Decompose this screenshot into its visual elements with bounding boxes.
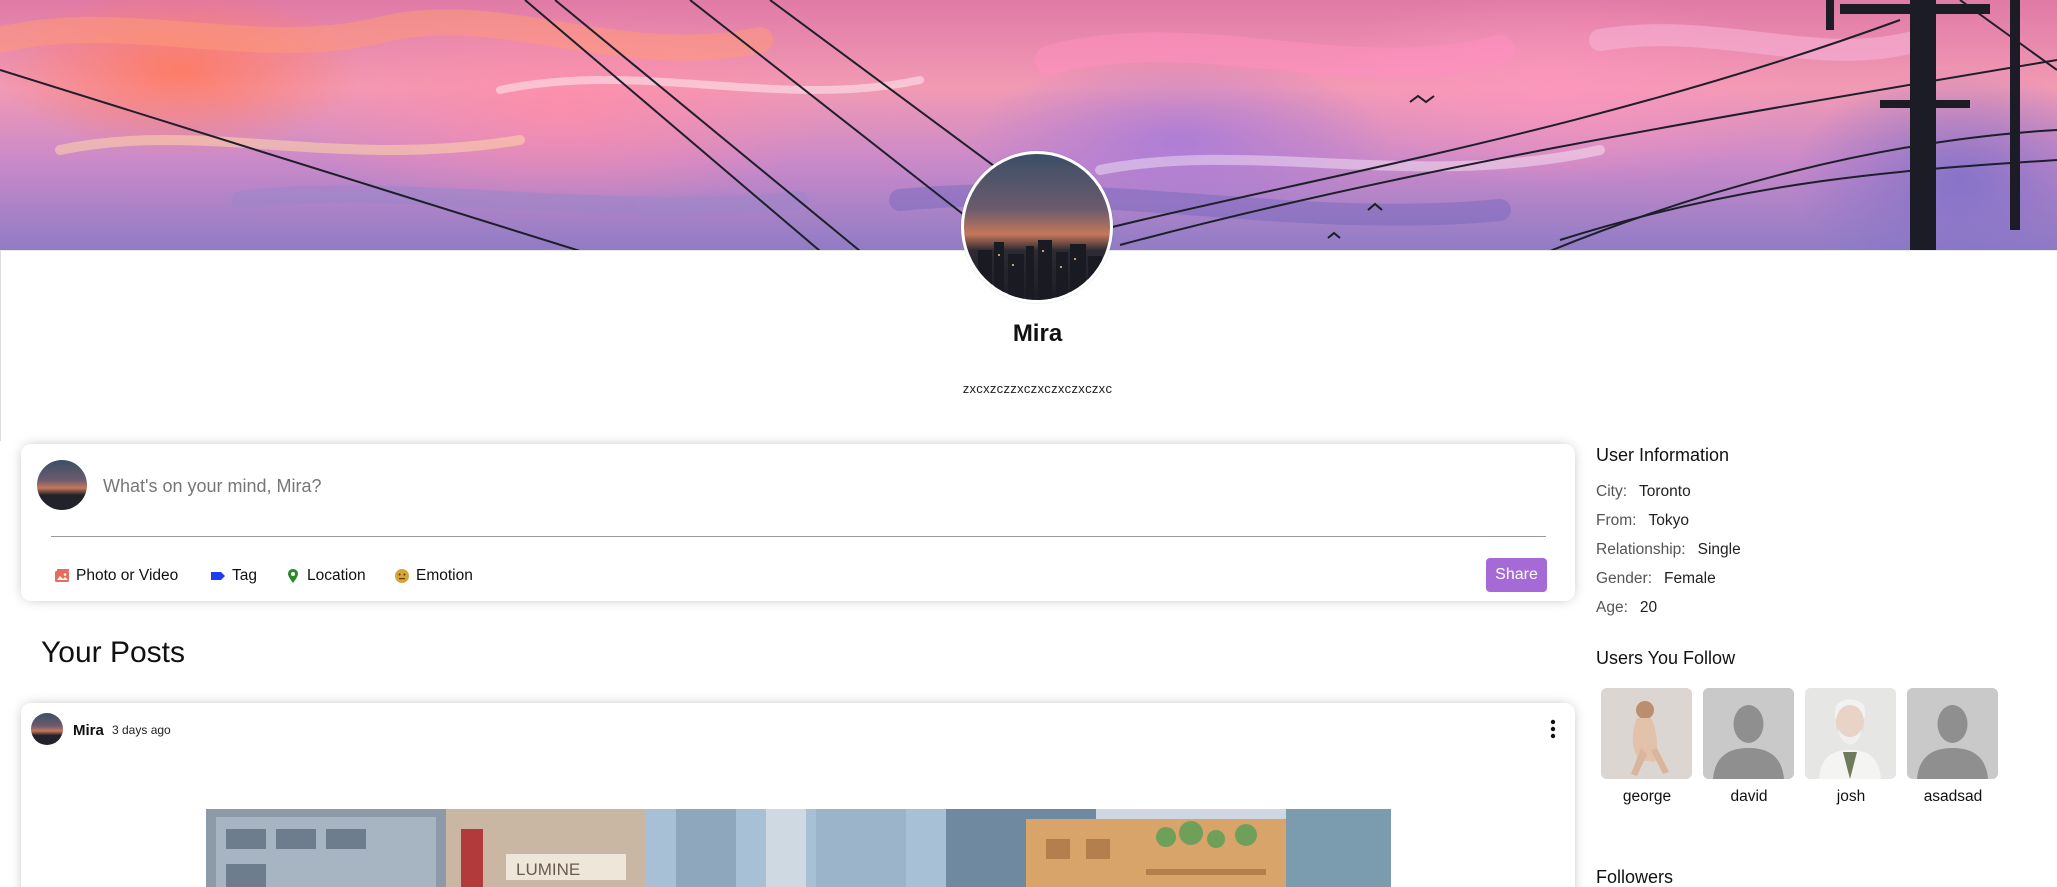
followed-user-david[interactable]: david: [1703, 688, 1795, 806]
info-row-relationship: Relationship: Single: [1596, 541, 1741, 559]
emotion-option[interactable]: Emotion: [394, 565, 473, 587]
profile-avatar[interactable]: [961, 151, 1113, 303]
info-row-from: From: Tokyo: [1596, 512, 1689, 530]
more-options-icon[interactable]: [1547, 718, 1559, 740]
location-icon: [285, 568, 301, 584]
info-key: City:: [1596, 483, 1627, 500]
user-information-title: User Information: [1596, 445, 1730, 465]
followed-user-name: george: [1622, 788, 1672, 805]
emotion-label: Emotion: [416, 567, 473, 584]
info-value: Female: [1664, 570, 1716, 587]
info-value: Tokyo: [1648, 512, 1689, 529]
avatar-art: [978, 240, 1102, 300]
followed-user-name: josh: [1836, 788, 1866, 805]
post-date: 3 days ago: [112, 723, 171, 737]
info-value: Single: [1697, 541, 1741, 558]
share-avatar: [37, 460, 87, 510]
default-avatar-icon: [1907, 688, 1998, 779]
post-username[interactable]: Mira: [73, 722, 104, 739]
tag-label: Tag: [232, 567, 257, 584]
post-card: Mira 3 days ago LUMINE: [21, 703, 1575, 887]
info-row-gender: Gender: Female: [1596, 570, 1716, 588]
share-box: Photo or Video Tag Location Emotion Shar…: [21, 444, 1575, 601]
followed-user-asadsad[interactable]: asadsad: [1907, 688, 1999, 806]
tag-icon: [210, 568, 226, 584]
post-input[interactable]: [101, 468, 1105, 504]
lumine-sign: LUMINE: [516, 860, 580, 879]
followed-user-name: david: [1730, 788, 1768, 805]
info-key: From:: [1596, 512, 1637, 529]
photo-or-video-option[interactable]: Photo or Video: [54, 565, 178, 587]
photo-or-video-label: Photo or Video: [76, 567, 179, 584]
info-value: Toronto: [1639, 483, 1691, 500]
location-option[interactable]: Location: [285, 565, 366, 587]
post-image: LUMINE: [206, 809, 1391, 887]
users-you-follow-title: Users You Follow: [1596, 648, 1736, 668]
your-posts-heading: Your Posts: [41, 636, 185, 669]
photo-icon: [54, 568, 70, 584]
followed-user-photo: [1805, 688, 1896, 779]
profile-description: zxcxzczzxczxczxczxczxc: [962, 381, 1113, 396]
post-image-art: LUMINE: [206, 809, 1391, 887]
followed-user-name: asadsad: [1923, 788, 1983, 805]
followed-user-josh[interactable]: josh: [1805, 688, 1897, 806]
info-key: Gender:: [1596, 570, 1653, 587]
info-row-city: City: Toronto: [1596, 483, 1691, 501]
info-row-age: Age: 20: [1596, 599, 1657, 617]
location-label: Location: [307, 567, 366, 584]
followed-user-photo: [1601, 688, 1692, 779]
share-divider: [51, 536, 1546, 537]
tag-option[interactable]: Tag: [210, 565, 257, 587]
profile-page: Mira zxcxzczzxczxczxczxczxc Photo or Vid…: [0, 0, 2057, 887]
followed-user-george[interactable]: george: [1601, 688, 1693, 806]
info-value: 20: [1639, 599, 1658, 616]
info-key: Age:: [1596, 599, 1628, 616]
default-avatar-icon: [1703, 688, 1794, 779]
emotion-icon: [394, 568, 410, 584]
followers-title: Followers: [1596, 867, 1674, 887]
info-key: Relationship:: [1596, 541, 1686, 558]
share-button[interactable]: Share: [1486, 558, 1547, 592]
profile-name: Mira: [1012, 320, 1063, 347]
post-avatar[interactable]: [31, 713, 63, 745]
